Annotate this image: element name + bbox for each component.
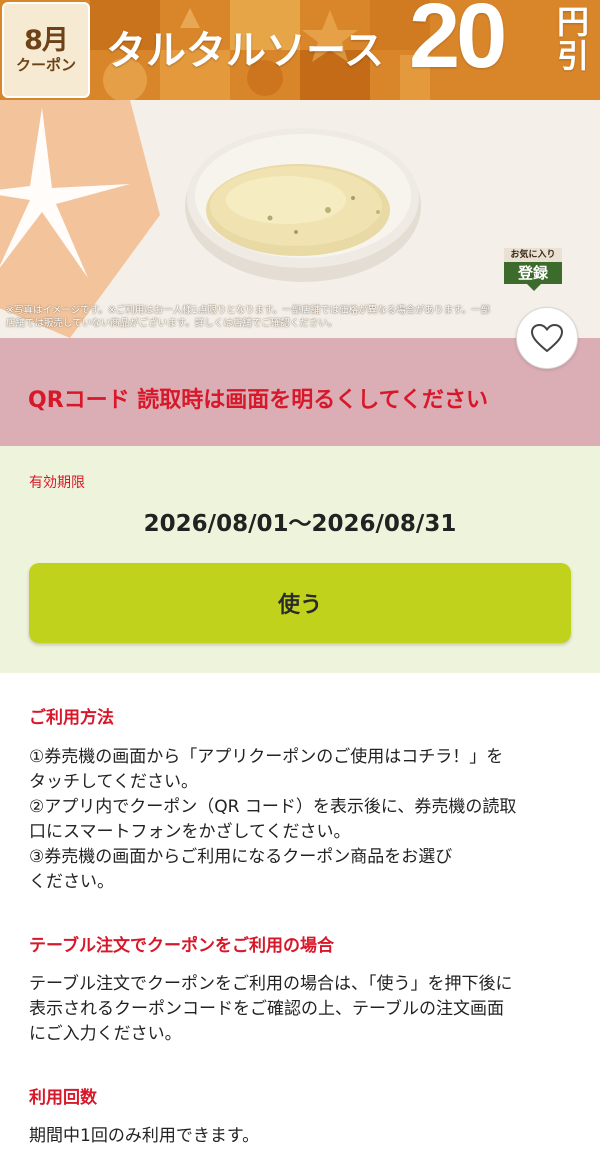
decorative-pentagon: [0, 100, 160, 338]
section-body-usage-count: 期間中1回のみ利用できます。: [29, 1124, 571, 1149]
image-disclaimer: ※写真はイメージです。※ご利用はお一人様1点限りとなります。一部店舗では価格が異…: [6, 305, 491, 329]
usage-line: ③券売機の画面からご利用になるクーポン商品をお選び: [29, 847, 453, 867]
favorite-badge-top-label: お気に入り: [504, 248, 562, 262]
product-image: ※写真はイメージです。※ご利用はお一人様1点限りとなります。一部店舗では価格が異…: [0, 100, 600, 338]
favorite-register-badge[interactable]: お気に入り 登録: [504, 248, 562, 292]
section-body-table-order: テーブル注文でクーポンをご利用の場合は、「使う」を押下後に 表示されるクーポンコ…: [29, 972, 571, 1047]
usage-line: ください。: [29, 872, 114, 892]
section-title-table-order: テーブル注文でクーポンをご利用の場合: [29, 936, 334, 956]
validity-label: 有効期限: [29, 475, 85, 491]
usage-line: 口にスマートフォンをかざしてください。: [29, 822, 351, 842]
favorite-badge-arrow-icon: [527, 284, 541, 291]
usage-line: ②アプリ内でクーポン（QR コード）を表示後に、券売機の読取: [29, 797, 517, 817]
validity-date-range: 2026/08/01〜2026/08/31: [143, 511, 457, 537]
validity-section: 有効期限 2026/08/01〜2026/08/31 使う: [0, 446, 600, 673]
table-order-line: 表示されるクーポンコードをご確認の上、テーブルの注文画面: [29, 999, 504, 1019]
coupon-info: ご利用方法 ①券売機の画面から「アプリクーポンのご使用はコチラ！」を タッチして…: [0, 673, 600, 1149]
tartar-sauce-bowl-image: [185, 128, 421, 282]
coupon-month: 8月: [24, 25, 69, 57]
heart-icon: [530, 323, 564, 353]
usage-line: ①券売機の画面から「アプリクーポンのご使用はコチラ！」を: [29, 747, 504, 767]
table-order-line: テーブル注文でクーポンをご利用の場合は、「使う」を押下後に: [29, 974, 513, 994]
discount-unit: 円引: [556, 3, 589, 75]
qr-notice-text: QRコード 読取時は画面を明るくしてください: [28, 388, 488, 413]
discount-amount: 20: [409, 0, 507, 87]
section-body-usage: ①券売機の画面から「アプリクーポンのご使用はコチラ！」を タッチしてください。 …: [29, 745, 571, 895]
table-order-line: にご入力ください。: [29, 1024, 182, 1044]
usage-line: タッチしてください。: [29, 772, 198, 792]
use-coupon-button[interactable]: 使う: [29, 563, 571, 643]
section-title-usage-count: 利用回数: [29, 1088, 97, 1108]
coupon-badge-label: クーポン: [15, 55, 76, 74]
coupon-banner: 8月 クーポン タルタルソース 20 円引: [0, 0, 600, 100]
product-name: タルタルソース: [106, 28, 384, 74]
usage-count-line: 期間中1回のみ利用できます。: [29, 1126, 260, 1146]
favorite-badge-register-label: 登録: [504, 262, 562, 284]
month-coupon-badge: 8月 クーポン: [2, 2, 90, 98]
section-title-usage: ご利用方法: [29, 708, 114, 728]
qr-brightness-notice: QRコード 読取時は画面を明るくしてください: [0, 307, 600, 446]
favorite-heart-button[interactable]: [516, 307, 578, 369]
discount-price: 20 円引: [405, 0, 600, 100]
